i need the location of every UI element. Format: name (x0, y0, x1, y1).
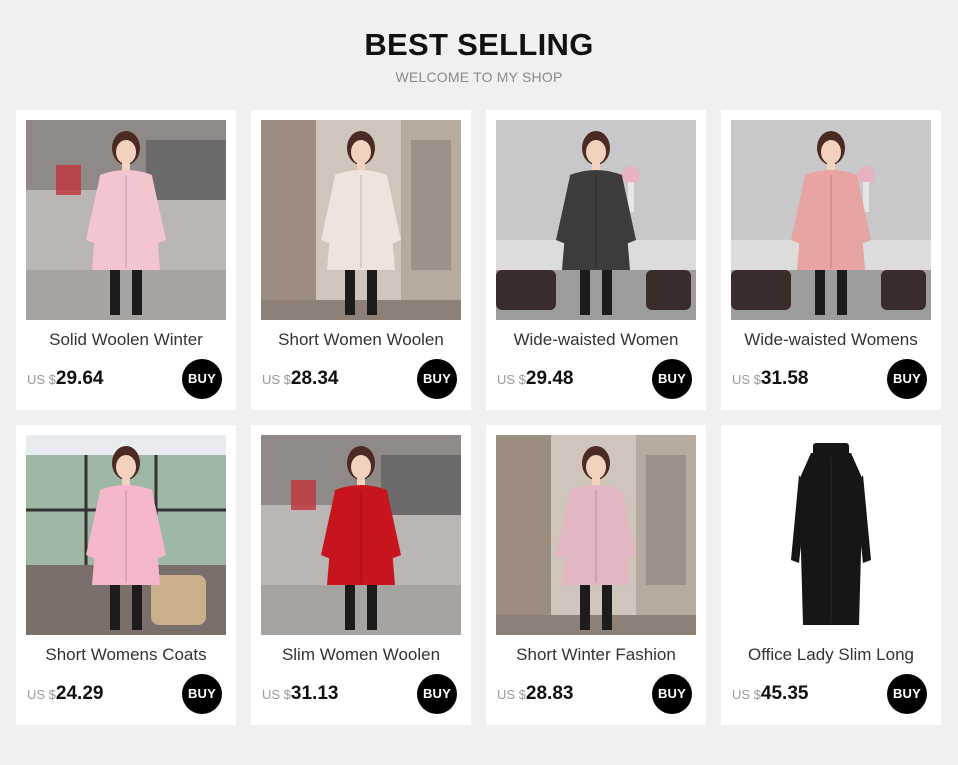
product-image[interactable] (496, 435, 696, 635)
price-value: 31.58 (760, 368, 809, 389)
product-image[interactable] (26, 120, 226, 320)
product-card[interactable]: Solid Woolen Winter US $29.64 BUY (16, 110, 236, 410)
product-card[interactable]: Slim Women Woolen US $31.13 BUY (251, 425, 471, 725)
product-image[interactable] (261, 120, 461, 320)
price-currency: US $ (732, 687, 761, 702)
buy-button[interactable]: BUY (417, 359, 457, 399)
price-currency: US $ (262, 687, 291, 702)
buy-button[interactable]: BUY (887, 359, 927, 399)
price-value: 29.48 (525, 368, 574, 389)
buy-button[interactable]: BUY (182, 674, 222, 714)
price-currency: US $ (497, 372, 526, 387)
product-price: US $29.64 (27, 368, 103, 392)
price-currency: US $ (497, 687, 526, 702)
product-image[interactable] (731, 435, 931, 635)
buy-button[interactable]: BUY (652, 674, 692, 714)
product-card[interactable]: Short Winter Fashion US $28.83 BUY (486, 425, 706, 725)
price-currency: US $ (27, 372, 56, 387)
product-grid: Solid Woolen Winter US $29.64 BUY Short … (16, 110, 941, 725)
price-value: 29.64 (55, 368, 104, 389)
product-card[interactable]: Wide-waisted Women US $29.48 BUY (486, 110, 706, 410)
product-card[interactable]: Short Womens Coats US $24.29 BUY (16, 425, 236, 725)
product-name[interactable]: Wide-waisted Women (486, 330, 706, 350)
section-header: BEST SELLING WELCOME TO MY SHOP (0, 0, 958, 100)
product-card[interactable]: Short Women Woolen US $28.34 BUY (251, 110, 471, 410)
buy-button[interactable]: BUY (652, 359, 692, 399)
product-name[interactable]: Solid Woolen Winter (16, 330, 236, 350)
section-subtitle: WELCOME TO MY SHOP (395, 69, 563, 85)
product-name[interactable]: Wide-waisted Womens (721, 330, 941, 350)
product-name[interactable]: Office Lady Slim Long (721, 645, 941, 665)
product-image[interactable] (261, 435, 461, 635)
product-card[interactable]: Wide-waisted Womens US $31.58 BUY (721, 110, 941, 410)
product-image[interactable] (731, 120, 931, 320)
product-price: US $31.58 (732, 368, 808, 392)
section-title: BEST SELLING (364, 27, 594, 62)
product-name[interactable]: Slim Women Woolen (251, 645, 471, 665)
product-card[interactable]: Office Lady Slim Long US $45.35 BUY (721, 425, 941, 725)
price-value: 24.29 (55, 683, 104, 704)
product-image[interactable] (26, 435, 226, 635)
buy-button[interactable]: BUY (182, 359, 222, 399)
buy-button[interactable]: BUY (417, 674, 457, 714)
price-value: 31.13 (290, 683, 339, 704)
product-price: US $31.13 (262, 683, 338, 707)
product-price: US $45.35 (732, 683, 808, 707)
price-value: 45.35 (760, 683, 809, 704)
product-price: US $28.83 (497, 683, 573, 707)
product-price: US $24.29 (27, 683, 103, 707)
product-name[interactable]: Short Women Woolen (251, 330, 471, 350)
price-value: 28.83 (525, 683, 574, 704)
buy-button[interactable]: BUY (887, 674, 927, 714)
price-value: 28.34 (290, 368, 339, 389)
price-currency: US $ (27, 687, 56, 702)
price-currency: US $ (732, 372, 761, 387)
product-price: US $29.48 (497, 368, 573, 392)
product-price: US $28.34 (262, 368, 338, 392)
price-currency: US $ (262, 372, 291, 387)
product-name[interactable]: Short Winter Fashion (486, 645, 706, 665)
product-image[interactable] (496, 120, 696, 320)
product-name[interactable]: Short Womens Coats (16, 645, 236, 665)
